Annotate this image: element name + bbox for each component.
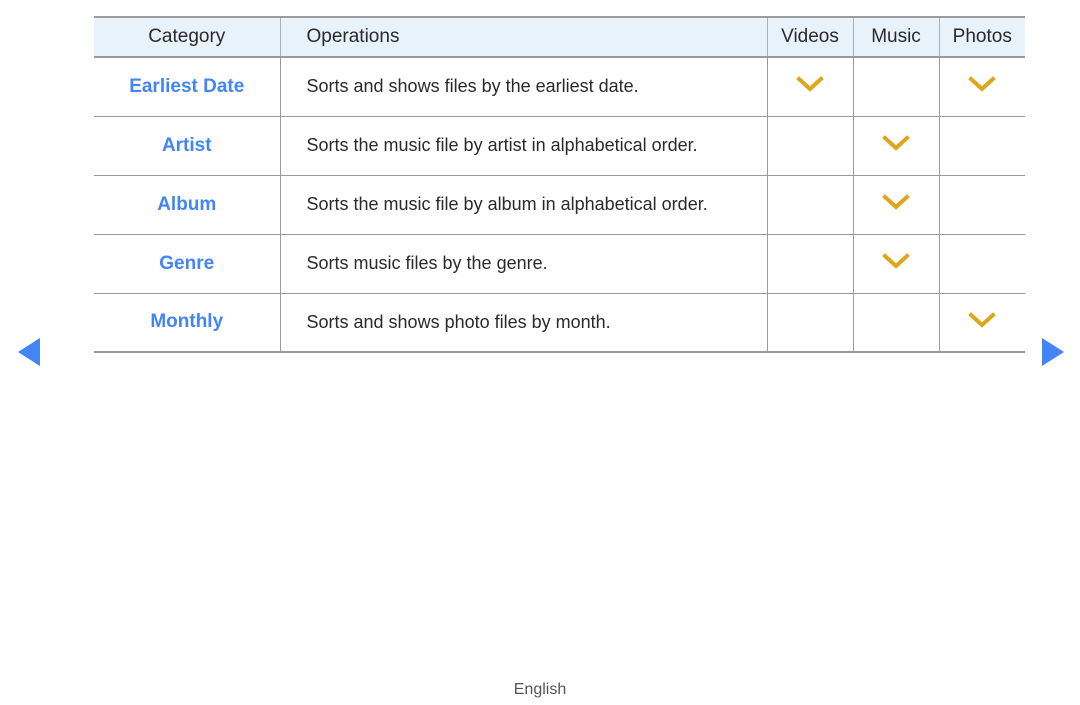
cell-category: Earliest Date	[94, 57, 280, 117]
cell-operations: Sorts the music file by artist in alphab…	[279, 116, 767, 176]
cell-music	[852, 57, 939, 117]
category-label[interactable]: Album	[157, 194, 216, 215]
cell-videos	[766, 57, 853, 117]
chevron-down-icon	[967, 75, 997, 93]
cell-operations: Sorts music files by the genre.	[279, 234, 767, 294]
cell-photos	[938, 57, 1025, 117]
next-page-arrow[interactable]	[1040, 336, 1066, 368]
sort-category-table-container: Category Operations Videos Music Photos …	[94, 16, 1025, 353]
cell-videos	[766, 293, 853, 353]
previous-page-arrow[interactable]	[16, 336, 42, 368]
chevron-down-icon	[967, 311, 997, 329]
cell-category: Genre	[94, 234, 280, 294]
triangle-right-icon	[1042, 338, 1064, 366]
table-header-row: Category Operations Videos Music Photos	[94, 16, 1025, 58]
chevron-down-icon	[881, 193, 911, 211]
category-label[interactable]: Monthly	[150, 311, 223, 332]
cell-music	[852, 293, 939, 353]
column-header-music: Music	[852, 16, 939, 58]
category-label[interactable]: Genre	[159, 253, 214, 274]
column-header-operations: Operations	[279, 16, 767, 58]
table-row: Album Sorts the music file by album in al…	[94, 175, 1025, 235]
table-header: Category Operations Videos Music Photos	[94, 16, 1025, 58]
table-row: Artist Sorts the music file by artist in …	[94, 116, 1025, 176]
cell-music	[852, 234, 939, 294]
sort-category-table: Category Operations Videos Music Photos …	[94, 16, 1025, 353]
cell-category: Artist	[94, 116, 280, 176]
cell-videos	[766, 175, 853, 235]
table-body: Earliest Date Sorts and shows files by th…	[94, 57, 1025, 353]
table-row: Genre Sorts music files by the genre.	[94, 234, 1025, 294]
triangle-left-icon	[18, 338, 40, 366]
category-label[interactable]: Earliest Date	[129, 76, 244, 97]
table-row: Earliest Date Sorts and shows files by th…	[94, 57, 1025, 117]
cell-videos	[766, 234, 853, 294]
column-header-videos: Videos	[766, 16, 853, 58]
table-row: Monthly Sorts and shows photo files by mo…	[94, 293, 1025, 353]
cell-photos	[938, 175, 1025, 235]
cell-category: Monthly	[94, 293, 280, 353]
cell-operations: Sorts the music file by album in alphabe…	[279, 175, 767, 235]
cell-operations: Sorts and shows files by the earliest da…	[279, 57, 767, 117]
cell-photos	[938, 116, 1025, 176]
cell-photos	[938, 234, 1025, 294]
cell-music	[852, 116, 939, 176]
cell-category: Album	[94, 175, 280, 235]
column-header-category: Category	[94, 16, 280, 58]
cell-music	[852, 175, 939, 235]
chevron-down-icon	[881, 252, 911, 270]
footer-language-label: English	[513, 681, 567, 698]
category-label[interactable]: Artist	[162, 135, 212, 156]
chevron-down-icon	[795, 75, 825, 93]
cell-photos	[938, 293, 1025, 353]
column-header-photos: Photos	[938, 16, 1025, 58]
cell-videos	[766, 116, 853, 176]
cell-operations: Sorts and shows photo files by month.	[279, 293, 767, 353]
chevron-down-icon	[881, 134, 911, 152]
